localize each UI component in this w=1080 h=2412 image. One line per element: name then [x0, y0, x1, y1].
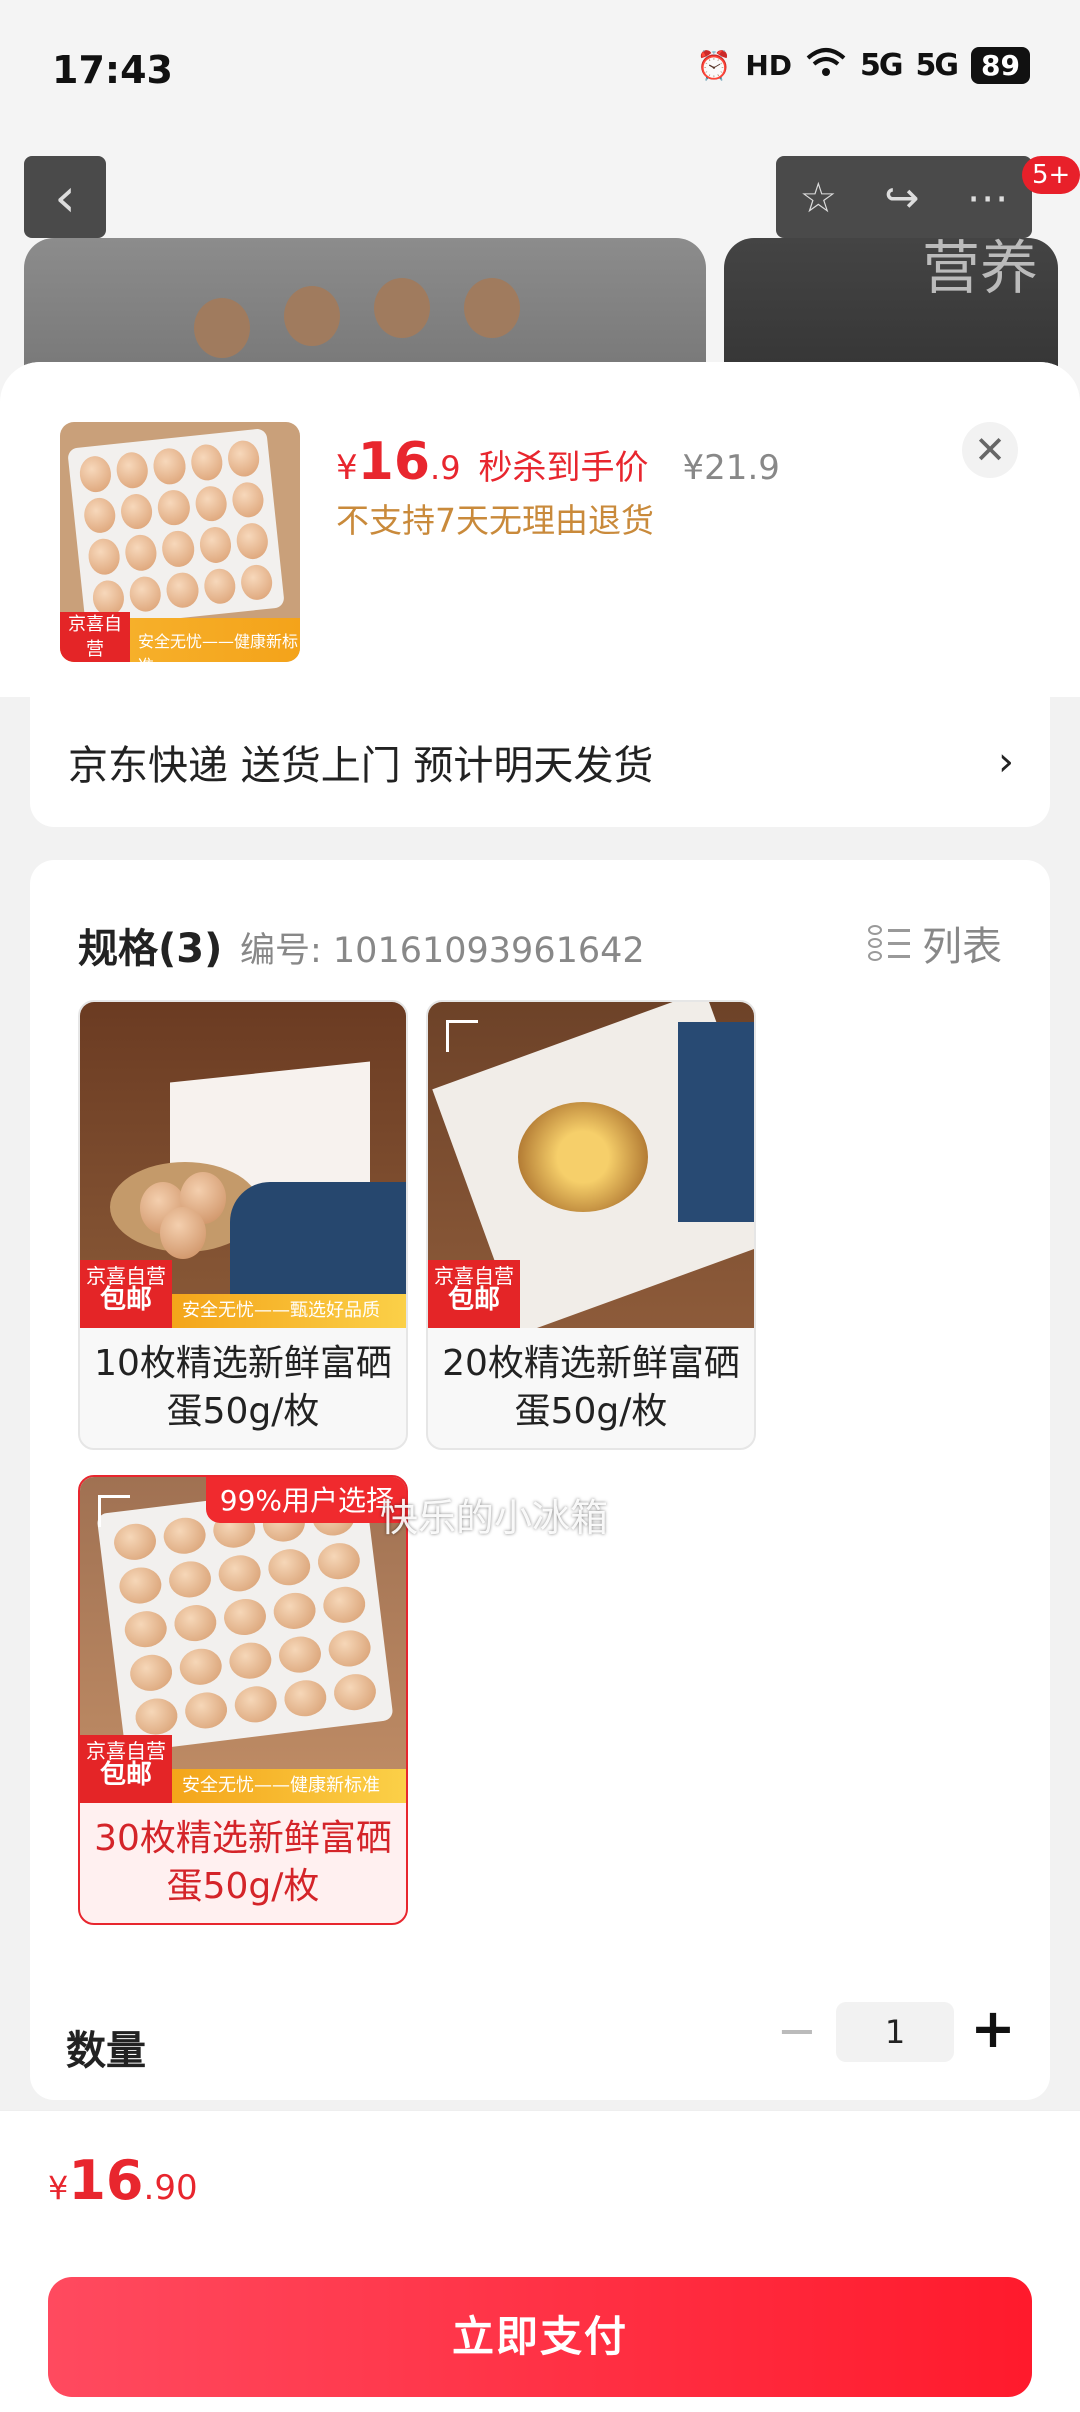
spec-option-10[interactable]: 京喜自营 包邮 安全无忧——甄选好品质 10枚精选新鲜富硒蛋50g/枚 [78, 1000, 408, 1450]
spec-card: 规格(3) 编号: 10161093961642 列表 京喜自营 包邮 安全无忧—… [30, 860, 1050, 2100]
option-slogan: 安全无忧——甄选好品质 [172, 1294, 406, 1328]
pay-now-button[interactable]: 立即支付 [48, 2277, 1032, 2397]
jd-self-run-tag: 京喜自营 包邮 [428, 1260, 520, 1328]
option-image: 京喜自营 包邮 安全无忧——健康新标准 [80, 1477, 406, 1803]
product-code: 编号: 10161093961642 [240, 931, 645, 971]
checkout-footer: ¥16.90 立即支付 [0, 2110, 1080, 2412]
star-icon[interactable]: ☆ [800, 173, 838, 222]
option-label: 10枚精选新鲜富硒蛋50g/枚 [94, 1343, 392, 1432]
spec-option-20[interactable]: 京喜自营 包邮 20枚精选新鲜富硒蛋50g/枚 [426, 1000, 756, 1450]
quantity-decrease-button[interactable]: − [772, 2002, 822, 2062]
close-button[interactable]: ✕ [962, 422, 1018, 478]
promo-label: 秒杀到手价 [478, 448, 649, 488]
product-thumbnail[interactable]: 京喜自营包邮 安全无忧——健康新标准 [60, 422, 300, 662]
status-icons: ⏰ HD 5G 5G 89 [696, 46, 1030, 85]
spec-option-30[interactable]: 京喜自营 包邮 安全无忧——健康新标准 30枚精选新鲜富硒蛋50g/枚 99%用户… [78, 1475, 408, 1925]
share-icon[interactable]: ↪ [884, 173, 919, 222]
expand-icon[interactable] [446, 1020, 478, 1052]
more-icon[interactable]: ⋯ [966, 173, 1008, 222]
watermark-text: 快乐的小冰箱 [380, 1496, 609, 1540]
alarm-icon: ⏰ [696, 49, 732, 82]
total-price: ¥16.90 [48, 2149, 198, 2212]
quantity-input[interactable]: 1 [836, 2002, 954, 2062]
list-view-toggle[interactable]: 列表 [868, 914, 1002, 972]
status-bar: 17:43 ⏰ HD 5G 5G 89 [0, 0, 1080, 140]
jd-self-run-tag: 京喜自营 包邮 [80, 1735, 172, 1803]
back-button[interactable]: ‹ [24, 156, 106, 238]
list-icon [868, 923, 910, 963]
jd-self-run-tag: 京喜自营 包邮 [80, 1260, 172, 1328]
option-image: 京喜自营 包邮 [428, 1002, 754, 1328]
original-price: ¥21.9 [682, 448, 780, 488]
top-actions: ☆ ↪ ⋯ [776, 156, 1032, 238]
popular-badge: 99%用户选择 [205, 1477, 406, 1523]
wifi-icon [806, 46, 846, 85]
delivery-text: 京东快递 送货上门 预计明天发货 [68, 743, 654, 789]
status-time: 17:43 [52, 48, 173, 92]
expand-icon[interactable] [98, 1495, 130, 1527]
close-icon: ✕ [974, 428, 1006, 472]
list-label: 列表 [922, 924, 1002, 970]
return-policy: 不支持7天无理由退货 [336, 501, 654, 540]
signal-5g-icon-2: 5G [915, 48, 959, 83]
chevron-right-icon: › [998, 739, 1014, 785]
price: ¥16.9 [336, 432, 461, 492]
chevron-left-icon: ‹ [54, 165, 76, 229]
egg-tray-graphic [67, 428, 285, 628]
quantity-label: 数量 [66, 2028, 146, 2074]
signal-5g-icon: 5G [860, 48, 903, 83]
spec-title: 规格(3) [78, 926, 223, 972]
background-side-text: 营养 [921, 234, 1038, 302]
thumbnail-tag: 京喜自营包邮 安全无忧——健康新标准 [60, 612, 300, 662]
delivery-row[interactable]: 京东快递 送货上门 预计明天发货 › [30, 697, 1050, 827]
notification-badge: 5+ [1022, 156, 1080, 194]
option-label: 20枚精选新鲜富硒蛋50g/枚 [442, 1343, 740, 1432]
hd-icon: HD [745, 49, 793, 82]
sku-sheet: 京喜自营包邮 安全无忧——健康新标准 ¥16.9 秒杀到手价 ¥21.9 不支持… [0, 362, 1080, 2412]
option-slogan: 安全无忧——健康新标准 [172, 1769, 406, 1803]
price-row: ¥16.9 秒杀到手价 ¥21.9 [336, 432, 780, 492]
battery-icon: 89 [971, 47, 1030, 84]
quantity-increase-button[interactable]: + [968, 1998, 1018, 2062]
sheet-header: 京喜自营包邮 安全无忧——健康新标准 ¥16.9 秒杀到手价 ¥21.9 不支持… [0, 362, 1080, 697]
option-image: 京喜自营 包邮 安全无忧——甄选好品质 [80, 1002, 406, 1328]
option-label: 30枚精选新鲜富硒蛋50g/枚 [94, 1818, 392, 1907]
